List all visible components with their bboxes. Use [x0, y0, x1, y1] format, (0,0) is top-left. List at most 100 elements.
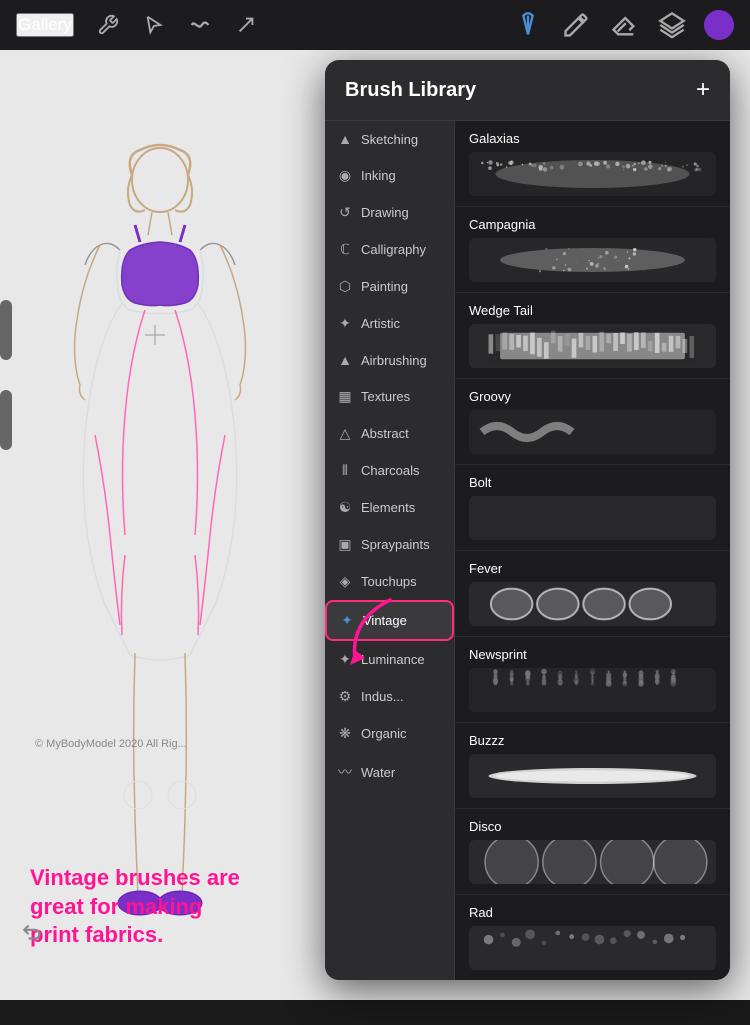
- size-slider-area: [0, 300, 12, 450]
- brush-item-fever[interactable]: Fever: [455, 551, 730, 637]
- airbrushing-label: Airbrushing: [361, 353, 427, 368]
- category-item-spraypaints[interactable]: ▣ Spraypaints: [325, 526, 454, 563]
- gallery-button[interactable]: Gallery: [16, 13, 74, 37]
- category-item-textures[interactable]: ▦ Textures: [325, 378, 454, 415]
- category-item-elements[interactable]: ☯ Elements: [325, 489, 454, 526]
- painting-icon: ⬡: [337, 278, 353, 295]
- organic-icon: ❋: [337, 725, 353, 742]
- eraser-tool[interactable]: [608, 9, 640, 41]
- category-item-industrial[interactable]: ⚙ Indus...: [325, 678, 454, 715]
- category-item-inking[interactable]: ◉ Inking: [325, 157, 454, 194]
- brush-name-disco: Disco: [469, 819, 716, 834]
- elements-label: Elements: [361, 500, 415, 515]
- category-item-artistic[interactable]: ✦ Artistic: [325, 305, 454, 342]
- abstract-label: Abstract: [361, 426, 409, 441]
- category-item-calligraphy[interactable]: ℂ Calligraphy: [325, 231, 454, 268]
- brush-item-wedge-tail[interactable]: Wedge Tail: [455, 293, 730, 379]
- charcoals-label: Charcoals: [361, 463, 420, 478]
- brush-item-disco[interactable]: Disco: [455, 809, 730, 895]
- brush-tool[interactable]: [560, 9, 592, 41]
- category-item-organic[interactable]: ❋ Organic: [325, 715, 454, 752]
- brush-library-panel: Brush Library + ▲ Sketching ◉ Inking ↺ Drawin…: [325, 60, 730, 980]
- charcoals-icon: ⦀: [337, 462, 353, 479]
- category-item-sketching[interactable]: ▲ Sketching: [325, 121, 454, 157]
- artistic-label: Artistic: [361, 316, 400, 331]
- annotation-line2: great for making: [30, 894, 202, 919]
- left-tools: [94, 11, 512, 39]
- airbrushing-icon: ▲: [337, 352, 353, 368]
- water-icon: 〰: [337, 762, 353, 782]
- brush-name-galaxias: Galaxias: [469, 131, 716, 146]
- brush-item-rad[interactable]: Rad: [455, 895, 730, 980]
- drawing-label: Drawing: [361, 205, 409, 220]
- brush-name-wedge-tail: Wedge Tail: [469, 303, 716, 318]
- calligraphy-icon: ℂ: [337, 241, 353, 258]
- brush-name-rad: Rad: [469, 905, 716, 920]
- transform-icon[interactable]: [232, 11, 260, 39]
- brush-name-campagnia: Campagnia: [469, 217, 716, 232]
- size-slider[interactable]: [0, 300, 12, 360]
- elements-icon: ☯: [337, 499, 353, 516]
- water-label: Water: [361, 765, 395, 780]
- annotation-line1: Vintage brushes are: [30, 865, 240, 890]
- artistic-icon: ✦: [337, 315, 353, 332]
- category-item-airbrushing[interactable]: ▲ Airbrushing: [325, 342, 454, 378]
- panel-title: Brush Library: [345, 79, 476, 102]
- brush-item-groovy[interactable]: Groovy: [455, 379, 730, 465]
- opacity-slider[interactable]: [0, 390, 12, 450]
- wrench-icon[interactable]: [94, 11, 122, 39]
- textures-icon: ▦: [337, 388, 353, 405]
- drawing-icon: ↺: [337, 204, 353, 221]
- organic-label: Organic: [361, 726, 407, 741]
- brush-item-galaxias[interactable]: Galaxias: [455, 121, 730, 207]
- calligraphy-label: Calligraphy: [361, 242, 426, 257]
- luminance-icon: ✦: [337, 651, 353, 668]
- industrial-icon: ⚙: [337, 688, 353, 705]
- copyright-text: © MyBodyModel 2020 All Rig...: [35, 738, 187, 750]
- luminance-label: Luminance: [361, 652, 425, 667]
- sketching-label: Sketching: [361, 132, 418, 147]
- inking-label: Inking: [361, 168, 396, 183]
- brush-name-buzzz: Buzzz: [469, 733, 716, 748]
- right-tools: [512, 9, 734, 41]
- spraypaints-icon: ▣: [337, 536, 353, 553]
- category-item-abstract[interactable]: △ Abstract: [325, 415, 454, 452]
- category-item-water[interactable]: 〰 Water: [325, 752, 454, 792]
- spraypaints-label: Spraypaints: [361, 537, 430, 552]
- pencil-tool[interactable]: [512, 9, 544, 41]
- add-brush-button[interactable]: +: [696, 76, 710, 104]
- panel-header: Brush Library +: [325, 60, 730, 121]
- modify-icon[interactable]: [140, 11, 168, 39]
- avatar[interactable]: [704, 10, 734, 40]
- brush-item-campagnia[interactable]: Campagnia: [455, 207, 730, 293]
- toolbar: Gallery: [0, 0, 750, 50]
- brush-name-groovy: Groovy: [469, 389, 716, 404]
- category-item-drawing[interactable]: ↺ Drawing: [325, 194, 454, 231]
- brush-item-bolt[interactable]: Bolt: [455, 465, 730, 551]
- category-list: ▲ Sketching ◉ Inking ↺ Drawing ℂ Calligraphy ⬡Pa…: [325, 121, 455, 980]
- brush-item-newsprint[interactable]: Newsprint: [455, 637, 730, 723]
- brush-list: Galaxias Campagnia Wedge Tail Groovy Bolt…: [455, 121, 730, 980]
- panel-content: ▲ Sketching ◉ Inking ↺ Drawing ℂ Calligraphy ⬡Pa…: [325, 121, 730, 980]
- industrial-label: Indus...: [361, 689, 404, 704]
- category-item-charcoals[interactable]: ⦀ Charcoals: [325, 452, 454, 489]
- textures-label: Textures: [361, 389, 410, 404]
- category-item-touchups[interactable]: ◈Touchups: [325, 563, 454, 600]
- category-item-luminance[interactable]: ✦ Luminance: [325, 641, 454, 678]
- annotation-text: Vintage brushes are great for making pri…: [30, 864, 270, 950]
- inking-icon: ◉: [337, 167, 353, 184]
- abstract-icon: △: [337, 425, 353, 442]
- brush-name-bolt: Bolt: [469, 475, 716, 490]
- vintage-icon: ✦: [339, 612, 355, 629]
- undo-button[interactable]: [16, 914, 52, 950]
- sketching-icon: ▲: [337, 131, 353, 147]
- category-item-painting[interactable]: ⬡Painting: [325, 268, 454, 305]
- vintage-label: Vintage: [363, 613, 407, 628]
- category-item-vintage[interactable]: ✦ Vintage: [325, 600, 454, 641]
- touchups-label: Touchups: [361, 574, 417, 589]
- smudge-icon[interactable]: [186, 11, 214, 39]
- brush-name-fever: Fever: [469, 561, 716, 576]
- brush-item-buzzz[interactable]: Buzzz: [455, 723, 730, 809]
- layers-tool[interactable]: [656, 9, 688, 41]
- brush-name-newsprint: Newsprint: [469, 647, 716, 662]
